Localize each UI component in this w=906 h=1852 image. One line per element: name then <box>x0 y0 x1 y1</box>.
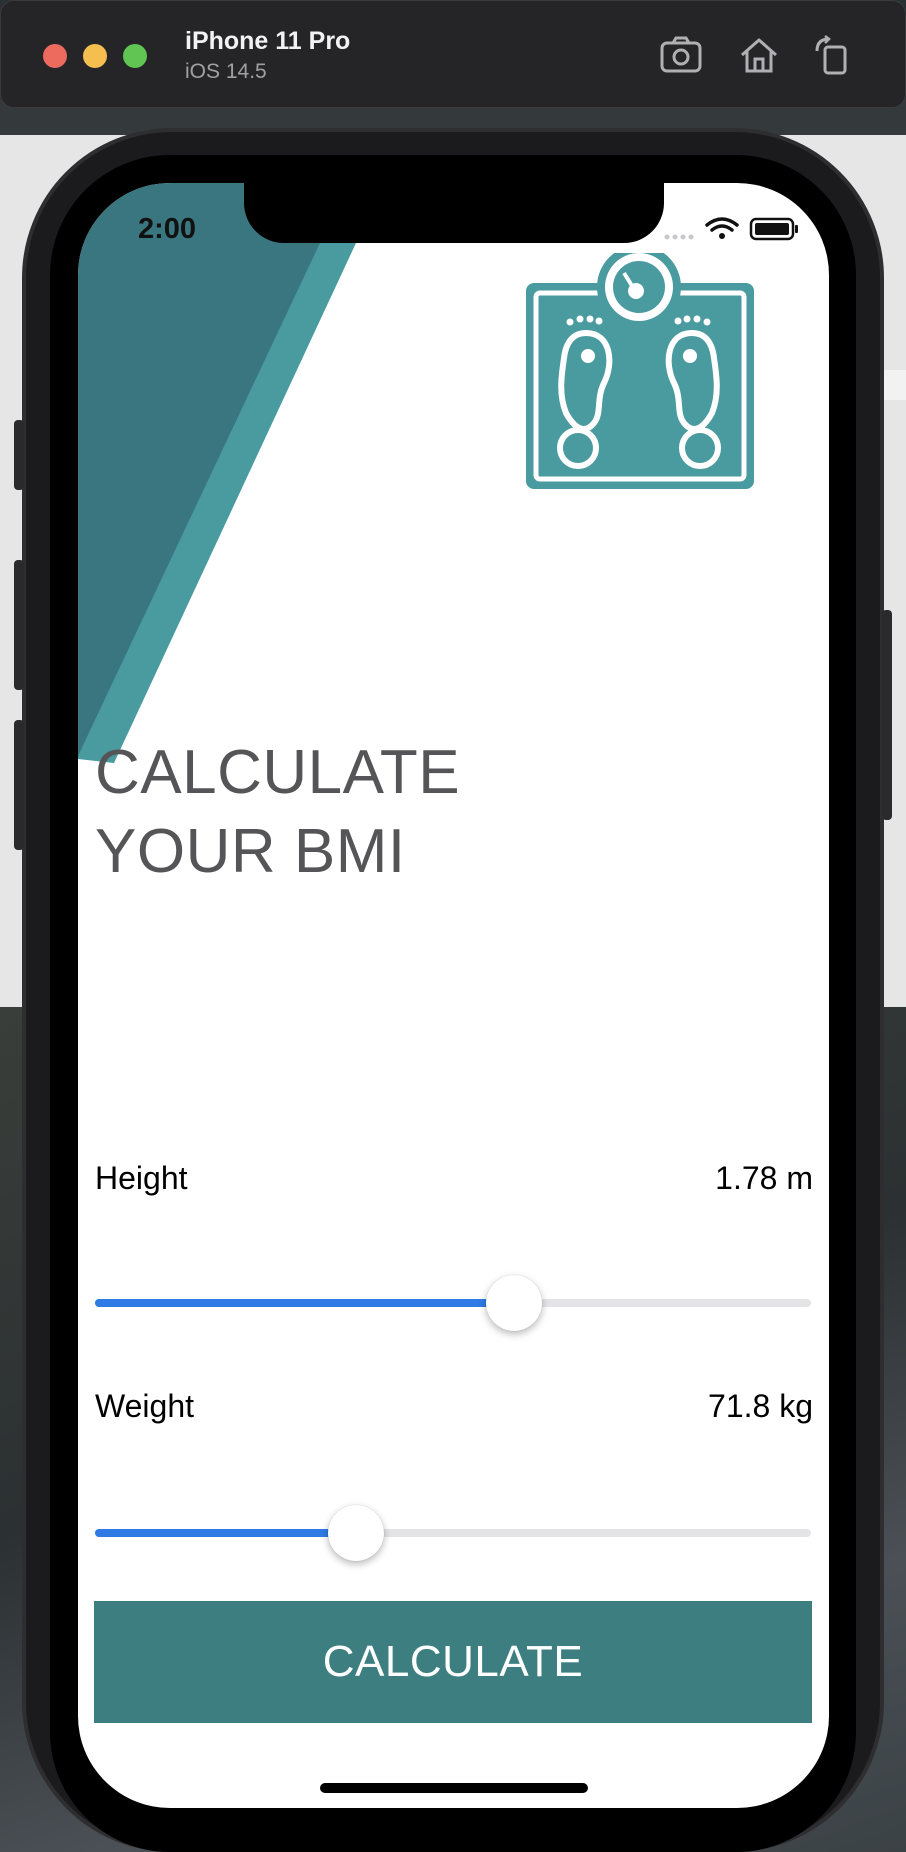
wifi-icon <box>705 217 739 239</box>
status-time: 2:00 <box>138 213 197 245</box>
weight-label: Weight <box>95 1388 195 1424</box>
phone-volume-down <box>14 720 24 850</box>
simulator-titlebar: iPhone 11 Pro iOS 14.5 <box>0 0 906 108</box>
home-icon[interactable] <box>737 35 781 75</box>
app-screen: 2:00 CALCULATE YOUR BMI Height 1.78 m We… <box>78 183 829 1808</box>
bathroom-scale-icon <box>526 253 754 489</box>
title-line-1: CALCULATE <box>95 738 461 807</box>
minimize-window-button[interactable] <box>83 44 107 68</box>
home-indicator <box>320 1783 588 1793</box>
cellular-icon <box>664 234 694 240</box>
height-slider-fill <box>95 1299 514 1307</box>
zoom-window-button[interactable] <box>123 44 147 68</box>
notch <box>244 183 664 243</box>
weight-value: 71.8 kg <box>708 1388 813 1424</box>
status-icons <box>664 217 798 241</box>
rotate-icon[interactable] <box>811 35 855 75</box>
battery-icon <box>749 217 798 241</box>
page-title: CALCULATE YOUR BMI <box>95 733 695 891</box>
simulator-os-version: iOS 14.5 <box>185 60 267 83</box>
phone-volume-up <box>14 560 24 690</box>
simulator-device-name: iPhone 11 Pro <box>185 27 351 55</box>
phone-power-button <box>882 610 892 820</box>
title-line-2: YOUR BMI <box>95 817 406 886</box>
screenshot-icon[interactable] <box>659 35 703 75</box>
calculate-button[interactable]: CALCULATE <box>94 1601 812 1723</box>
weight-slider-thumb[interactable] <box>328 1505 384 1561</box>
weight-slider-fill <box>95 1529 356 1537</box>
height-label: Height <box>95 1160 188 1196</box>
weight-slider[interactable] <box>95 1503 811 1563</box>
height-slider[interactable] <box>95 1273 811 1333</box>
height-slider-thumb[interactable] <box>486 1275 542 1331</box>
close-window-button[interactable] <box>43 44 67 68</box>
phone-side-button <box>14 420 24 490</box>
height-value: 1.78 m <box>715 1160 813 1196</box>
